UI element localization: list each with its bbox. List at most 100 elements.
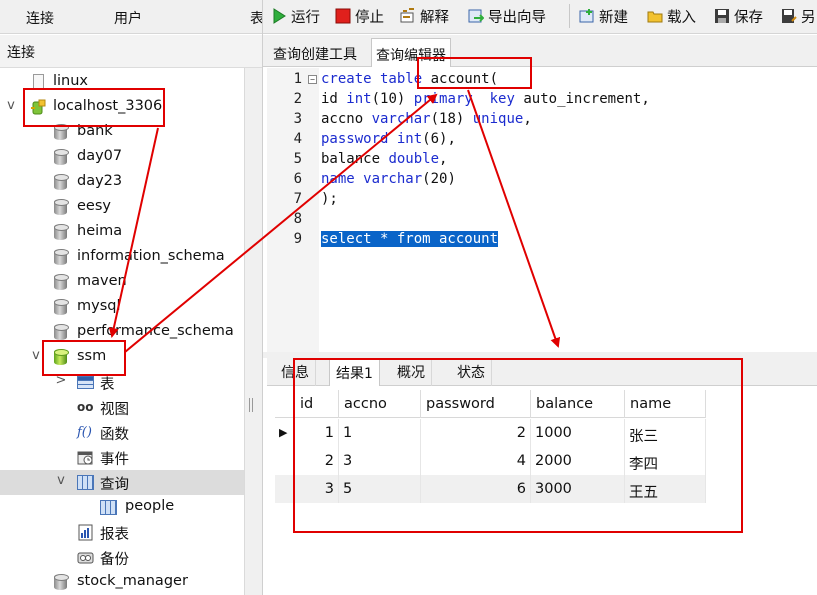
tree-item-ssm[interactable]: v ssm [0,345,244,370]
tree-item-label: performance_schema [77,323,234,339]
expand-arrow-icon[interactable]: v [5,98,17,113]
code-line-2: id int(10) primary key auto_increment, [321,91,650,107]
new-button[interactable]: 新建 [579,5,628,27]
navigation-panel: 连接 用户 表 连接 linux v localhost_3306 bank d… [0,0,264,595]
cell-password[interactable]: 4 [421,447,531,475]
tree-item-linux[interactable]: linux [0,70,244,95]
column-header-id[interactable]: id [295,390,339,418]
cell-name[interactable]: 李四 [625,447,706,475]
cell-accno[interactable]: 5 [339,475,421,503]
tree-item-performance-schema[interactable]: performance_schema [0,320,244,345]
explain-button-label: 解释 [420,9,449,26]
cell-id[interactable]: 1 [295,419,339,447]
column-header-name[interactable]: name [625,390,706,418]
export-icon [468,8,485,24]
tab-profile[interactable]: 概况 [391,358,432,386]
database-icon [52,249,69,266]
cell-balance[interactable]: 1000 [531,419,625,447]
event-icon [77,449,94,466]
line-number: 8 [293,211,302,227]
sql-editor[interactable]: 1 2 3 4 5 6 7 8 9 − create table account… [267,68,817,352]
cell-password[interactable]: 2 [421,419,531,447]
cell-balance[interactable]: 2000 [531,447,625,475]
cell-accno[interactable]: 1 [339,419,421,447]
tree-item-queries[interactable]: v 查询 [0,470,244,495]
tree-item-label: people [125,498,175,514]
tab-query-builder[interactable]: 查询创建工具 [269,38,361,67]
database-icon [52,224,69,241]
tree-item-label: 表 [100,377,115,393]
fold-toggle-icon[interactable]: − [308,75,317,84]
report-icon [77,524,94,541]
tree-item-maven[interactable]: maven [0,270,244,295]
tree-item-tables[interactable]: > 表 [0,370,244,395]
backup-icon [77,549,94,566]
line-number: 2 [293,91,302,107]
tree-item-label: 视图 [100,402,129,418]
cell-id[interactable]: 2 [295,447,339,475]
tree-item-functions[interactable]: f() 函数 [0,420,244,445]
tree-item-events[interactable]: 事件 [0,445,244,470]
tree-item-mysql[interactable]: mysql [0,295,244,320]
connection-tree: linux v localhost_3306 bank day07 day23 … [0,70,244,595]
tree-item-stock-manager[interactable]: stock_manager [0,570,244,595]
tab-query-editor[interactable]: 查询编辑器 [371,38,451,67]
tree-item-day23[interactable]: day23 [0,170,244,195]
column-header-balance[interactable]: balance [531,390,625,418]
expand-arrow-icon[interactable]: v [55,473,67,488]
table-row[interactable]: ▶ 1 1 2 1000 张三 [275,419,706,447]
tab-message[interactable]: 信息 [275,358,316,386]
connection-icon [30,99,47,116]
column-header-password[interactable]: password [421,390,531,418]
stop-button[interactable]: 停止 [335,5,384,27]
tree-item-backups[interactable]: 备份 [0,545,244,570]
tree-item-eesy[interactable]: eesy [0,195,244,220]
panel-splitter[interactable] [244,68,262,595]
expand-arrow-icon[interactable]: v [30,348,42,363]
save-icon [714,8,730,24]
code-line-5: balance double, [321,151,448,167]
tree-item-people[interactable]: people [0,495,244,520]
tree-item-label: ssm [77,348,107,364]
tree-item-bank[interactable]: bank [0,120,244,145]
table-row[interactable]: 2 3 4 2000 李四 [275,447,706,475]
tree-item-label: maven [77,273,127,289]
column-header-accno[interactable]: accno [339,390,421,418]
tree-item-label: bank [77,123,113,139]
cell-id[interactable]: 3 [295,475,339,503]
tree-item-localhost-3306[interactable]: v localhost_3306 [0,95,244,120]
tab-connections[interactable]: 连接 [26,8,54,28]
database-open-icon [52,349,69,366]
tab-users[interactable]: 用户 [114,8,142,28]
tree-item-label: 备份 [100,552,129,568]
toolbar-separator [569,4,570,28]
export-wizard-button[interactable]: 导出向导 [468,5,546,27]
code-line-4: password int(6), [321,131,456,147]
save-as-button[interactable]: 另 [781,5,816,27]
tree-item-label: day23 [77,173,123,189]
explain-button[interactable]: 解释 [400,5,449,27]
database-icon [52,199,69,216]
expand-arrow-icon[interactable]: > [55,373,67,388]
save-button[interactable]: 保存 [714,5,763,27]
tab-result-1[interactable]: 结果1 [329,358,380,386]
tree-item-heima[interactable]: heima [0,220,244,245]
connection-pane-header: 连接 [0,35,262,68]
query-toolbar: 运行 停止 解释 导出向导 新建 载入 保存 另 [263,0,817,34]
tree-item-day07[interactable]: day07 [0,145,244,170]
cell-accno[interactable]: 3 [339,447,421,475]
tree-item-reports[interactable]: 报表 [0,520,244,545]
tab-status[interactable]: 状态 [451,358,492,386]
cell-balance[interactable]: 3000 [531,475,625,503]
grid-header-row: id accno password balance name [275,390,706,418]
tree-item-label: mysql [77,298,121,314]
tree-item-views[interactable]: oo 视图 [0,395,244,420]
load-button[interactable]: 载入 [647,5,696,27]
tree-item-information-schema[interactable]: information_schema [0,245,244,270]
cell-password[interactable]: 6 [421,475,531,503]
cell-name[interactable]: 张三 [625,419,706,447]
run-button[interactable]: 运行 [271,5,320,27]
table-row[interactable]: 3 5 6 3000 王五 [275,475,706,503]
result-grid[interactable]: id accno password balance name ▶ 1 1 2 1… [275,390,817,595]
cell-name[interactable]: 王五 [625,475,706,503]
